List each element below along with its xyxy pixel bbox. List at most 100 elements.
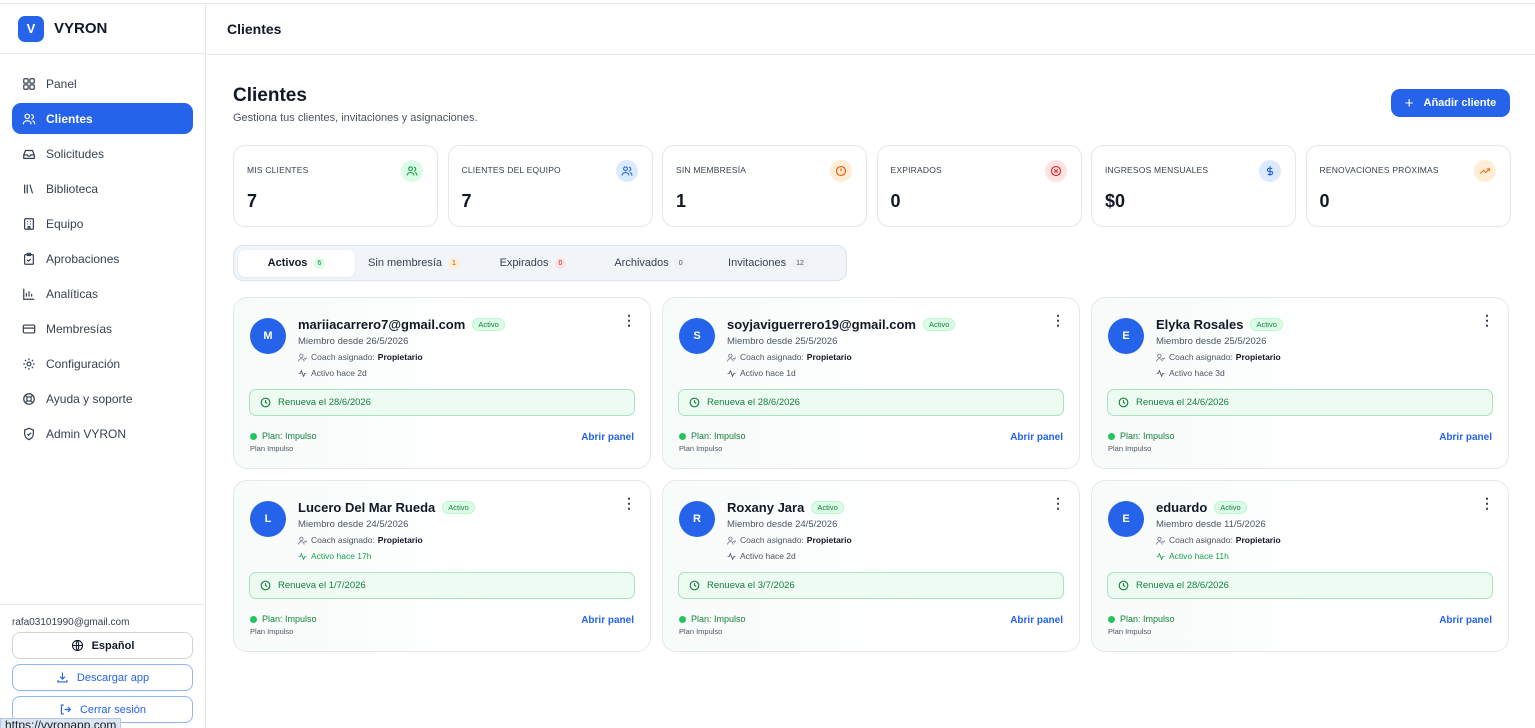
tab-invitaciones[interactable]: Invitaciones 12 <box>708 250 828 277</box>
brand-name: VYRON <box>54 20 108 37</box>
client-card[interactable]: E eduardo Activo Miembro desde 11/5/2026 … <box>1091 480 1509 652</box>
sidebar-item-membresias[interactable]: Membresías <box>12 313 193 344</box>
client-name[interactable]: Lucero Del Mar Rueda <box>298 500 435 515</box>
user-icon <box>298 353 307 361</box>
more-options-icon[interactable]: ⋮ <box>1480 495 1494 512</box>
plan-sub: Plan Impulso <box>1108 444 1152 453</box>
brand[interactable]: V VYRON <box>0 4 205 54</box>
open-panel-link[interactable]: Abrir panel <box>1010 432 1063 443</box>
bar-chart-icon <box>22 287 36 301</box>
sidebar-item-ayuda[interactable]: Ayuda y soporte <box>12 383 193 414</box>
card-icon <box>22 322 36 336</box>
client-card[interactable]: M mariiacarrero7@gmail.com Activo Miembro… <box>233 297 651 469</box>
grid-icon <box>22 77 36 91</box>
trending-up-icon <box>1473 160 1496 182</box>
sidebar-item-analiticas[interactable]: Analíticas <box>12 278 193 309</box>
plan-dot-icon <box>679 432 686 440</box>
activity-text: Activo hace 2d <box>740 551 796 561</box>
lifebuoy-icon <box>22 392 36 406</box>
tab-expirados[interactable]: Expirados 0 <box>473 250 593 277</box>
client-card[interactable]: E Elyka Rosales Activo Miembro desde 25/5… <box>1091 297 1509 469</box>
inbox-icon <box>22 147 36 161</box>
stat-value: $0 <box>1105 191 1126 211</box>
user-icon <box>727 353 736 361</box>
stat-value: 0 <box>1319 191 1330 211</box>
clock-icon <box>1118 397 1129 408</box>
plan-sub: Plan Impulso <box>679 627 723 636</box>
client-name[interactable]: soyjaviguerrero19@gmail.com <box>727 317 916 332</box>
coach-value: Propietario <box>1235 352 1281 362</box>
plan-label: Plan: Impulso <box>679 431 746 441</box>
more-options-icon[interactable]: ⋮ <box>622 312 636 329</box>
sidebar-item-label: Configuración <box>46 356 121 371</box>
client-name[interactable]: Roxany Jara <box>727 500 804 515</box>
open-panel-link[interactable]: Abrir panel <box>1439 432 1492 443</box>
sidebar-item-admin[interactable]: Admin VYRON <box>12 418 193 449</box>
coach-row: Coach asignado: Propietario <box>727 535 852 545</box>
users-icon <box>22 112 36 126</box>
client-card[interactable]: L Lucero Del Mar Rueda Activo Miembro des… <box>233 480 651 652</box>
tab-sin-membresia[interactable]: Sin membresía 1 <box>355 250 473 277</box>
activity-text: Activo hace 1d <box>740 368 796 378</box>
sidebar-item-solicitudes[interactable]: Solicitudes <box>12 138 193 169</box>
renewal-text: Renueva el 3/7/2026 <box>707 580 795 591</box>
client-cards-grid: M mariiacarrero7@gmail.com Activo Miembro… <box>233 297 1509 652</box>
renewal-banner: Renueva el 28/6/2026 <box>678 389 1064 416</box>
client-name[interactable]: Elyka Rosales <box>1156 317 1243 332</box>
more-options-icon[interactable]: ⋮ <box>1051 312 1065 329</box>
tab-count: 6 <box>313 257 326 269</box>
language-button[interactable]: Español <box>12 632 193 659</box>
member-since: Miembro desde 11/5/2026 <box>1156 519 1266 530</box>
clock-icon <box>689 397 700 408</box>
language-label: Español <box>91 639 135 652</box>
avatar: E <box>1108 318 1144 354</box>
coach-value: Propietario <box>377 535 423 545</box>
renewal-text: Renueva el 28/6/2026 <box>1136 580 1229 591</box>
coach-row: Coach asignado: Propietario <box>298 352 423 362</box>
gear-icon <box>22 357 36 371</box>
plan-label: Plan: Impulso <box>1108 614 1175 624</box>
avatar: R <box>679 501 715 537</box>
header-title: Clientes <box>227 21 282 37</box>
sidebar-item-panel[interactable]: Panel <box>12 68 193 99</box>
coach-value: Propietario <box>806 535 852 545</box>
user-icon <box>298 536 307 544</box>
plan-text: Plan: Impulso <box>262 431 317 441</box>
sidebar-item-equipo[interactable]: Equipo <box>12 208 193 239</box>
more-options-icon[interactable]: ⋮ <box>1480 312 1494 329</box>
stats-row: MIS CLIENTES 7 CLIENTES DEL EQUIPO 7 SIN… <box>233 145 1520 227</box>
stat-value: 7 <box>247 191 258 211</box>
sidebar-item-label: Equipo <box>46 216 84 231</box>
client-name[interactable]: mariiacarrero7@gmail.com <box>298 317 465 332</box>
more-options-icon[interactable]: ⋮ <box>622 495 636 512</box>
download-app-label: Descargar app <box>76 671 150 684</box>
tab-activos[interactable]: Activos 6 <box>238 249 355 277</box>
coach-value: Propietario <box>377 352 423 362</box>
users-icon <box>401 160 423 182</box>
activity-row: Activo hace 2d <box>727 551 796 561</box>
client-card[interactable]: S soyjaviguerrero19@gmail.com Activo Miem… <box>662 297 1080 469</box>
open-panel-link[interactable]: Abrir panel <box>1439 615 1492 626</box>
open-panel-link[interactable]: Abrir panel <box>581 615 634 626</box>
sidebar-footer: rafa03101990@gmail.com Español Descargar… <box>0 604 205 728</box>
tab-label: Activos <box>267 257 308 269</box>
client-card[interactable]: R Roxany Jara Activo Miembro desde 24/5/2… <box>662 480 1080 652</box>
renewal-text: Renueva el 28/6/2026 <box>707 397 800 408</box>
renewal-text: Renueva el 24/6/2026 <box>1136 397 1229 408</box>
tab-archivados[interactable]: Archivados 0 <box>593 250 708 277</box>
plan-text: Plan: Impulso <box>691 431 746 441</box>
download-app-button[interactable]: Descargar app <box>12 664 193 691</box>
sidebar-item-clientes[interactable]: Clientes <box>12 103 193 134</box>
sidebar-item-configuracion[interactable]: Configuración <box>12 348 193 379</box>
status-badge: Activo <box>811 501 844 514</box>
sidebar-item-biblioteca[interactable]: Biblioteca <box>12 173 193 204</box>
sidebar-item-aprobaciones[interactable]: Aprobaciones <box>12 243 193 274</box>
plan-sub: Plan Impulso <box>250 444 294 453</box>
add-client-button[interactable]: + Añadir cliente <box>1391 89 1510 117</box>
activity-icon <box>1156 552 1165 560</box>
more-options-icon[interactable]: ⋮ <box>1051 495 1065 512</box>
open-panel-link[interactable]: Abrir panel <box>1010 615 1063 626</box>
activity-icon <box>727 369 736 377</box>
open-panel-link[interactable]: Abrir panel <box>581 432 634 443</box>
client-name[interactable]: eduardo <box>1156 500 1207 515</box>
